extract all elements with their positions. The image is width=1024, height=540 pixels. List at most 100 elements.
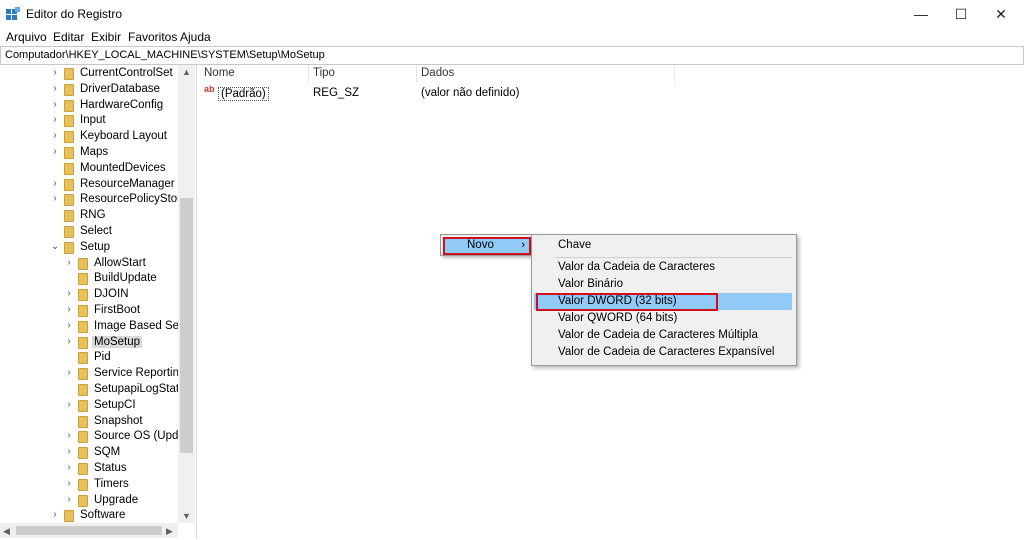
column-separator [308, 65, 309, 82]
registry-editor-icon [6, 7, 20, 20]
chevron-right-icon[interactable]: › [50, 146, 60, 157]
column-header-dados[interactable]: Dados [421, 67, 454, 79]
chevron-right-icon[interactable]: › [64, 430, 74, 441]
chevron-right-icon[interactable]: › [64, 462, 74, 473]
chevron-right-icon[interactable]: › [50, 193, 60, 204]
tree-item-label: Status [94, 462, 127, 474]
folder-icon [78, 320, 88, 333]
folder-icon [78, 494, 88, 507]
chevron-right-icon[interactable]: › [64, 304, 74, 315]
folder-icon [78, 273, 88, 286]
tree-item-label: SetupapiLogStatu [94, 383, 186, 395]
submenu-item-chave[interactable]: Chave [534, 237, 792, 254]
chevron-right-icon[interactable]: › [50, 114, 60, 125]
chevron-right-icon[interactable]: › [50, 130, 60, 141]
menu-item-novo[interactable]: Novo › [443, 237, 531, 255]
column-header-tipo[interactable]: Tipo [313, 67, 335, 79]
folder-icon [64, 510, 74, 523]
chevron-right-icon[interactable]: › [64, 336, 74, 347]
folder-icon [64, 226, 74, 238]
submenu-item-label: Valor da Cadeia de Caracteres [558, 261, 716, 273]
tree-item-label: Upgrade [94, 493, 139, 506]
tree-item-label: Select [80, 225, 112, 237]
chevron-right-icon[interactable]: › [50, 99, 60, 110]
menu-item-novo-label: Novo [467, 239, 494, 251]
chevron-right-icon[interactable]: › [50, 83, 60, 94]
tree-item-label: ResourceManager [80, 177, 175, 190]
title-bar: Editor do Registro — ☐ ✕ [0, 0, 1024, 28]
value-data: (valor não definido) [421, 87, 520, 99]
tree-item-label: SQM [94, 446, 121, 459]
submenu-item-label: Valor Binário [558, 278, 623, 290]
address-bar[interactable]: Computador\HKEY_LOCAL_MACHINE\SYSTEM\Set… [0, 46, 1024, 65]
menu-favoritos[interactable]: Favoritos [128, 30, 177, 44]
folder-icon [64, 68, 74, 80]
tree-item-label: ResourcePolicyStore [80, 193, 188, 206]
column-header-nome[interactable]: Nome [204, 67, 235, 79]
chevron-right-icon[interactable]: › [64, 446, 74, 457]
folder-icon [78, 399, 88, 412]
folder-icon [78, 368, 88, 381]
tree-item-label: SetupCI [94, 398, 136, 411]
chevron-right-icon[interactable]: › [64, 494, 74, 505]
tree-item-label: HardwareConfig [80, 98, 164, 111]
scroll-down-icon[interactable]: ▼ [182, 511, 191, 521]
folder-icon [78, 463, 88, 475]
chevron-right-icon[interactable]: › [64, 288, 74, 299]
chevron-right-icon[interactable]: › [50, 67, 60, 78]
chevron-right-icon[interactable]: › [64, 399, 74, 410]
context-menu: Novo › [440, 234, 532, 256]
tree-item-label: AllowStart [94, 256, 146, 269]
value-name[interactable]: (Padrão) [218, 87, 269, 101]
tree-item-label: Setup [80, 240, 111, 253]
scroll-up-icon[interactable]: ▲ [182, 67, 191, 77]
chevron-right-icon: › [521, 239, 525, 251]
scroll-right-icon[interactable]: ▶ [166, 526, 173, 537]
folder-icon [64, 194, 74, 207]
tree-item-label: CurrentControlSet [80, 67, 173, 79]
submenu-item-dword-value[interactable]: Valor DWORD (32 bits) [534, 293, 792, 311]
submenu-item-label: Valor QWORD (64 bits) [558, 312, 678, 324]
menu-bar: Arquivo Editar Exibir Favoritos Ajuda [0, 28, 1024, 46]
address-path[interactable]: Computador\HKEY_LOCAL_MACHINE\SYSTEM\Set… [5, 49, 325, 61]
chevron-down-icon[interactable]: ⌄ [50, 241, 60, 252]
tree-item-label: Source OS (Updat [94, 430, 188, 443]
tree-item-label: Image Based Setu [94, 319, 189, 332]
submenu-item-expandable-string-value[interactable]: Valor de Cadeia de Caracteres Expansível [534, 344, 792, 361]
folder-icon [78, 478, 88, 491]
folder-icon [78, 289, 88, 302]
submenu-item-label: Valor DWORD (32 bits) [558, 295, 677, 307]
tree-item-label: Timers [94, 477, 129, 490]
folder-icon [78, 384, 88, 396]
menu-separator [556, 257, 792, 258]
chevron-right-icon[interactable]: › [64, 367, 74, 378]
folder-icon [64, 178, 74, 191]
tree-item-label: Input [80, 114, 106, 127]
chevron-right-icon[interactable]: › [50, 178, 60, 189]
column-separator [674, 65, 675, 82]
submenu-item-multi-string-value[interactable]: Valor de Cadeia de Caracteres Múltipla [534, 327, 792, 344]
menu-exibir[interactable]: Exibir [91, 30, 121, 44]
close-button[interactable]: ✕ [978, 0, 1024, 28]
tree-item-label: MoSetup [92, 335, 143, 348]
chevron-right-icon[interactable]: › [64, 257, 74, 268]
submenu-item-qword-value[interactable]: Valor QWORD (64 bits) [534, 310, 792, 327]
submenu-item-string-value[interactable]: Valor da Cadeia de Caracteres [534, 259, 792, 276]
chevron-right-icon[interactable]: › [64, 320, 74, 331]
menu-ajuda[interactable]: Ajuda [180, 30, 211, 44]
folder-icon [78, 447, 88, 460]
chevron-right-icon[interactable]: › [64, 478, 74, 489]
menu-editar[interactable]: Editar [53, 30, 84, 44]
submenu-item-label: Chave [558, 239, 592, 251]
tree-hscroll-thumb[interactable] [16, 526, 162, 535]
column-separator [416, 65, 417, 82]
tree-scroll-thumb[interactable] [180, 198, 193, 453]
submenu-item-label: Valor de Cadeia de Caracteres Múltipla [558, 329, 758, 341]
ab-string-icon: ab [204, 84, 215, 94]
folder-icon [64, 115, 74, 128]
menu-arquivo[interactable]: Arquivo [6, 30, 47, 44]
submenu-item-binary-value[interactable]: Valor Binário [534, 276, 792, 293]
tree-item-label: Maps [80, 146, 109, 158]
scroll-left-icon[interactable]: ◀ [3, 526, 10, 537]
chevron-right-icon[interactable]: › [50, 509, 60, 520]
